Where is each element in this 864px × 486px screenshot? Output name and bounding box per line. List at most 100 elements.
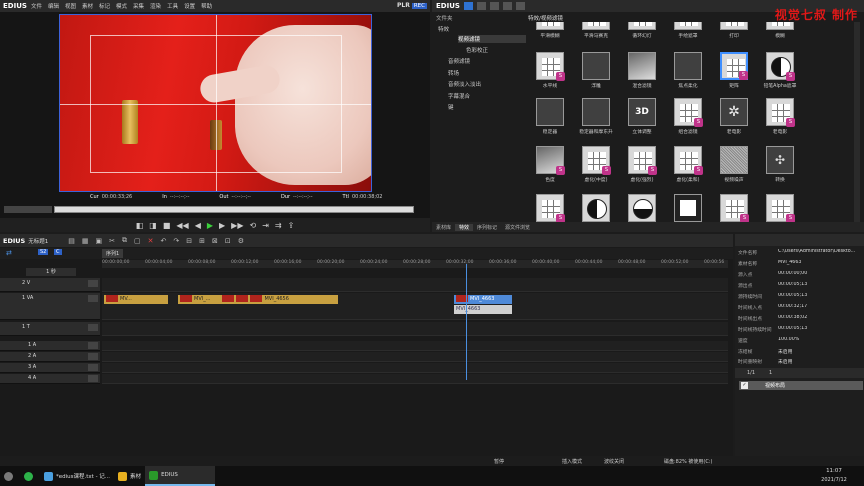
track-header-1va[interactable]: 1 VA	[0, 293, 100, 320]
effect-tile[interactable]: ✣ 转换	[758, 146, 802, 192]
lane-2v[interactable]	[102, 278, 728, 292]
track-header-4a[interactable]: 4 A	[0, 374, 100, 384]
effect-tile[interactable]: 平滑模糊	[528, 22, 572, 48]
copy-icon[interactable]: ⧉	[122, 236, 127, 245]
delete-icon[interactable]: ✕	[148, 237, 154, 245]
tree-item-audio-filters[interactable]: 音频滤镜	[448, 57, 470, 65]
track-header-1t[interactable]: 1 T	[0, 322, 100, 336]
paste-icon[interactable]: ▢	[134, 237, 141, 245]
plr-label[interactable]: PLR	[397, 2, 410, 9]
clock-date[interactable]: 2021/7/12	[810, 477, 858, 483]
menu-render[interactable]: 渲染	[150, 2, 161, 10]
new-seq-icon[interactable]: ▦	[82, 237, 89, 245]
insert-icon[interactable]: ⇥	[262, 221, 269, 230]
effect-tile[interactable]: S	[712, 194, 756, 222]
snap-icon[interactable]: ⇄	[6, 249, 12, 257]
menu-help[interactable]: 帮助	[201, 2, 212, 10]
menu-mode[interactable]: 模式	[116, 2, 127, 10]
fast-forward-icon[interactable]: ▶▶	[231, 221, 243, 230]
tab-seq-markers[interactable]: 序列标记	[473, 224, 501, 231]
tree-item-effects[interactable]: 特效	[438, 25, 449, 33]
menu-file[interactable]: 文件	[31, 2, 42, 10]
tree-icon[interactable]	[489, 2, 499, 10]
start-button[interactable]	[0, 466, 20, 486]
settings-icon[interactable]: ⚙	[238, 237, 244, 245]
track-header-2v[interactable]: 2 V	[0, 278, 100, 292]
lane-2a[interactable]	[102, 352, 728, 362]
export-icon[interactable]: ⇪	[288, 221, 295, 230]
menu-tools[interactable]: 工具	[167, 2, 178, 10]
effect-tile[interactable]: ✲ 老电影	[712, 98, 756, 144]
ripple-icon[interactable]: ⊞	[199, 237, 205, 245]
lane-3a[interactable]	[102, 363, 728, 373]
position-scrubber[interactable]	[54, 206, 414, 213]
effect-tile[interactable]: 混合滤镜	[620, 52, 664, 98]
effects-scrollbar[interactable]	[854, 22, 860, 222]
effect-tile[interactable]: S 色度	[528, 146, 572, 192]
sequence-tab[interactable]: 序列1	[102, 249, 124, 258]
cut-icon[interactable]: ✂	[109, 237, 115, 245]
effect-tile[interactable]: 稳定器	[528, 98, 572, 144]
folder-icon[interactable]	[463, 2, 473, 10]
effect-tile[interactable]: 手绘遮罩	[666, 22, 710, 48]
stop-icon[interactable]: ■	[163, 221, 171, 230]
effect-tile[interactable]: S 铅笔Alpha遮罩	[758, 52, 802, 98]
effect-tile[interactable]: 平滑马赛克	[574, 22, 618, 48]
tree-item-color-correction[interactable]: 色彩校正	[466, 46, 488, 54]
track-header-2a[interactable]: 2 A	[0, 352, 100, 362]
effect-tile-selected[interactable]: S 矩阵	[712, 52, 756, 98]
mode-icon[interactable]: ▤	[68, 237, 75, 245]
menu-capture[interactable]: 采集	[133, 2, 144, 10]
save-icon[interactable]: ▣	[95, 237, 102, 245]
track-mode-icon[interactable]: S2	[38, 249, 49, 255]
overwrite-icon[interactable]: ⇉	[275, 221, 282, 230]
split-icon[interactable]: ⊟	[186, 237, 192, 245]
tab-source-browser[interactable]: 源文件浏览	[501, 224, 534, 231]
effect-tile[interactable]: 视频噪声	[712, 146, 756, 192]
effect-tile[interactable]: 模糊	[758, 22, 802, 48]
tab-effects[interactable]: 特效	[455, 223, 474, 231]
effect-tile[interactable]: 焦点柔化	[666, 52, 710, 98]
lane-1a[interactable]	[102, 341, 728, 351]
undo-icon[interactable]: ↶	[160, 237, 166, 245]
effect-tile[interactable]: S	[528, 194, 572, 222]
loop-icon[interactable]: ⟲	[249, 221, 256, 230]
clip-audio[interactable]: MVI_4663	[454, 305, 512, 314]
menu-view[interactable]: 视图	[65, 2, 76, 10]
tab-bin[interactable]: 素材库	[432, 224, 455, 231]
effect-tile[interactable]: S 水平线	[528, 52, 572, 98]
view-icon[interactable]	[502, 2, 512, 10]
clip[interactable]: MVI_... MVI_4656	[178, 295, 338, 304]
menu-marker[interactable]: 标记	[99, 2, 110, 10]
prev-frame-icon[interactable]: ◀	[195, 221, 201, 230]
search-icon[interactable]	[515, 2, 525, 10]
tree-item-keyers[interactable]: 键	[448, 103, 454, 111]
effect-tile[interactable]: 循环幻灯	[620, 22, 664, 48]
effect-tile[interactable]: S	[758, 194, 802, 222]
effect-tile[interactable]: 打印	[712, 22, 756, 48]
tree-item-audio-fades[interactable]: 音频淡入淡出	[448, 80, 481, 88]
tree-item-video-filters[interactable]: 视频滤镜	[458, 35, 526, 43]
menu-clip[interactable]: 素材	[82, 2, 93, 10]
lane-4a[interactable]	[102, 374, 728, 384]
video-preview[interactable]	[59, 14, 372, 192]
enable-checkbox[interactable]: ✓	[741, 382, 748, 389]
taskbar-item-notepad[interactable]: *edius课程.txt - 记...	[40, 466, 114, 486]
tree-item-transitions[interactable]: 转场	[448, 69, 459, 77]
set-out-icon[interactable]: ◨	[149, 221, 157, 230]
taskbar-item-folder[interactable]: 素材	[114, 466, 145, 486]
effect-tile[interactable]: 3D 立体调整	[620, 98, 664, 144]
taskbar-item-edius[interactable]: EDIUS	[145, 466, 216, 486]
status-insert[interactable]: 插入模式	[562, 458, 582, 465]
effect-tile[interactable]: S 虚化(强烈)	[620, 146, 664, 192]
set-in-icon[interactable]: ◧	[136, 221, 144, 230]
clock-time[interactable]: 11:07	[814, 468, 854, 474]
zoom-scale[interactable]: 1 秒	[26, 268, 76, 276]
up-icon[interactable]	[476, 2, 486, 10]
render-icon[interactable]: ⊠	[212, 237, 218, 245]
plr-rec-toggle[interactable]: PLR REC	[397, 2, 427, 9]
playhead[interactable]	[466, 264, 467, 380]
effect-tile[interactable]: S 老电影	[758, 98, 802, 144]
rec-label[interactable]: REC	[411, 2, 427, 9]
effect-tile[interactable]	[620, 194, 664, 222]
